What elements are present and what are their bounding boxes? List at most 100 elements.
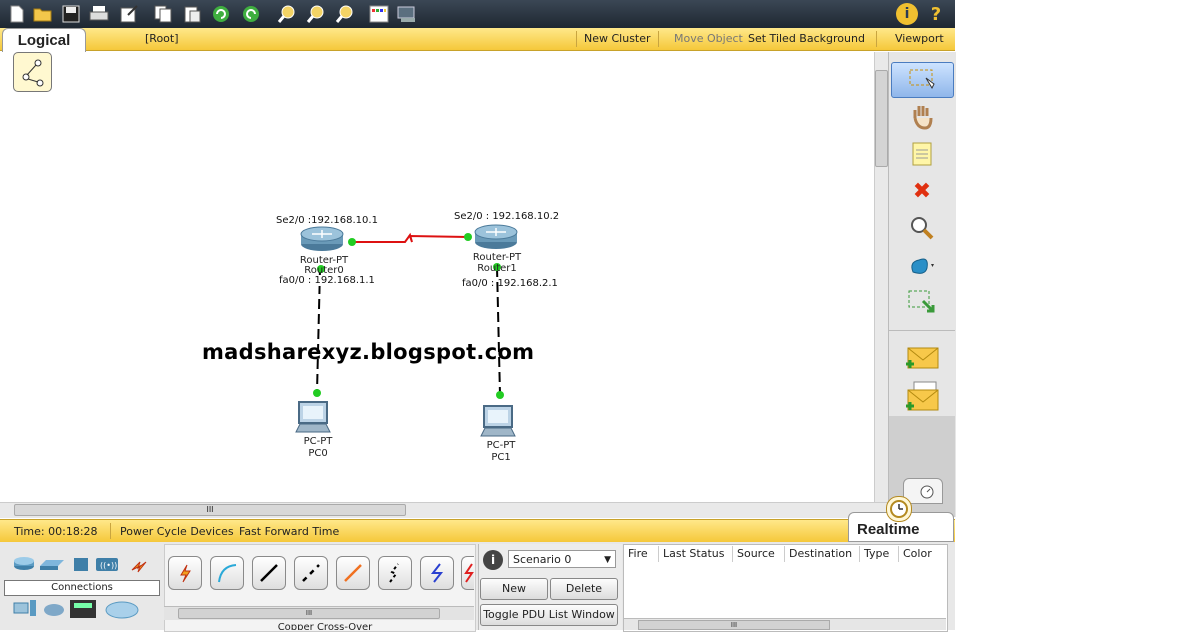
link-router0-pc0 [316,268,321,393]
device-category-label: Connections [4,580,160,596]
save-icon[interactable] [60,3,82,25]
scroll-grip: III [206,505,214,514]
routers-category-icon [14,557,34,570]
new-cluster-button[interactable]: New Cluster [584,32,651,45]
pdu-scroll-thumb[interactable]: III [638,620,830,630]
tab-logical[interactable]: Logical [2,28,86,53]
horizontal-scroll-thumb[interactable]: III [14,504,406,516]
router0-serial-label: Se2/0 :192.168.10.1 [276,215,378,226]
phone-cable-icon[interactable] [378,556,412,590]
toggle-pdu-list-button[interactable]: Toggle PDU List Window [480,604,618,626]
router1-icon [474,224,518,249]
link-status-dot [348,238,356,246]
pdu-column-divider [658,546,659,562]
pc1-type-label: PC-PT [486,440,516,451]
power-cycle-devices-button[interactable]: Power Cycle Devices [120,525,234,538]
pc0-type-label: PC-PT [303,436,333,447]
realtime-clock-icon[interactable] [886,496,912,522]
time-readout: Time: 00:18:28 [14,525,98,538]
inspect-icon[interactable] [902,212,942,244]
pdu-column-divider [784,546,785,562]
new-icon[interactable] [6,3,28,25]
move-layout-icon[interactable] [902,101,942,133]
select-icon[interactable] [902,63,942,95]
pc1-name-label: PC1 [491,452,511,463]
link-status-dot [313,389,321,397]
add-simple-pdu-icon[interactable] [902,342,942,374]
wireless-category-icon: ((•)) [96,558,118,571]
draw-shape-icon[interactable] [902,249,942,281]
pdu-column-header[interactable]: Fire [628,547,648,560]
note-icon[interactable] [902,138,942,170]
cable-scroll-thumb[interactable]: III [178,608,440,619]
info-icon[interactable]: i [896,3,918,25]
copper-straight-through-icon[interactable] [252,556,286,590]
help-icon[interactable]: ? [925,3,947,25]
wan-emulation-category-icon [44,604,64,616]
pdu-column-header[interactable]: Type [864,547,889,560]
move-object-button[interactable]: Move Object [674,32,743,45]
new-scenario-button[interactable]: New [480,578,548,600]
console-cable-icon[interactable] [210,556,244,590]
root-breadcrumb[interactable]: [Root] [145,32,179,45]
connections-category-icon [131,561,147,573]
selected-cable-label: Copper Cross-Over [277,622,373,630]
palette-icon[interactable] [368,3,390,25]
scenario-info-icon[interactable]: i [483,550,503,570]
watermark-text: madsharexyz.blogspot.com [202,340,535,364]
set-tiled-background-button[interactable]: Set Tiled Background [748,32,865,45]
pc1-icon [480,405,516,437]
fast-forward-time-button[interactable]: Fast Forward Time [239,525,339,538]
multiuser-category-icon [105,601,139,619]
pdu-column-divider [859,546,860,562]
cluster-navigation-icon[interactable] [13,52,52,92]
delete-icon[interactable]: ✖ [902,175,942,207]
copy-icon[interactable] [152,3,174,25]
pdu-column-divider [898,546,899,562]
paste-icon[interactable] [181,3,203,25]
link-status-dot [496,391,504,399]
fiber-icon[interactable] [336,556,370,590]
svg-text:((•)): ((•)) [100,561,117,570]
router0-name-label: Router0 [304,265,344,274]
vertical-scroll-thumb[interactable] [875,70,888,167]
chevron-down-icon: ▼ [604,555,611,565]
zoom-out-icon[interactable] [334,3,356,25]
pdu-column-header[interactable]: Color [903,547,932,560]
zoom-reset-icon[interactable] [305,3,327,25]
main-toolbar: i ? [0,0,955,28]
switches-category-icon [40,560,64,570]
status-bar: Time: 00:18:28 Power Cycle Devices Fast … [0,519,955,543]
router0-fa-label: fa0/0 : 192.168.1.1 [279,275,375,286]
zoom-in-icon[interactable] [276,3,298,25]
add-complex-pdu-icon[interactable] [902,380,942,412]
pc0-icon [295,401,331,433]
cable-scrollbar[interactable]: III [164,606,474,620]
scenario-selected-value: Scenario 0 [513,553,572,566]
router1-type-label: Router-PT [472,252,522,263]
custom-device-icon[interactable] [396,3,418,25]
router0-icon [300,226,344,251]
pdu-scrollbar[interactable]: III [624,618,946,630]
coaxial-icon[interactable] [420,556,454,590]
copper-cross-over-icon[interactable] [294,556,328,590]
serial-dce-icon[interactable] [461,556,474,590]
resize-icon[interactable] [902,287,942,319]
print-icon[interactable] [88,3,110,25]
pdu-column-header[interactable]: Source [737,547,775,560]
activity-wizard-icon[interactable] [118,3,140,25]
undo-icon[interactable] [210,3,232,25]
pdu-column-header[interactable]: Last Status [663,547,724,560]
delete-scenario-button[interactable]: Delete [550,578,618,600]
redo-icon[interactable] [240,3,262,25]
realtime-label: Realtime [857,521,920,538]
auto-connection-icon[interactable] [168,556,202,590]
scenario-select[interactable]: Scenario 0 ▼ [508,550,616,568]
hubs-category-icon [74,558,88,571]
pdu-column-header[interactable]: Destination [789,547,852,560]
router1-fa-label: fa0/0 : 192.168.2.1 [462,278,558,289]
topology-diagram [295,224,518,437]
workspace-canvas[interactable]: Se2/0 :192.168.10.1 Se2/0 : 192.168.10.2… [0,52,874,502]
open-icon[interactable] [32,3,54,25]
viewport-button[interactable]: Viewport [895,32,944,45]
